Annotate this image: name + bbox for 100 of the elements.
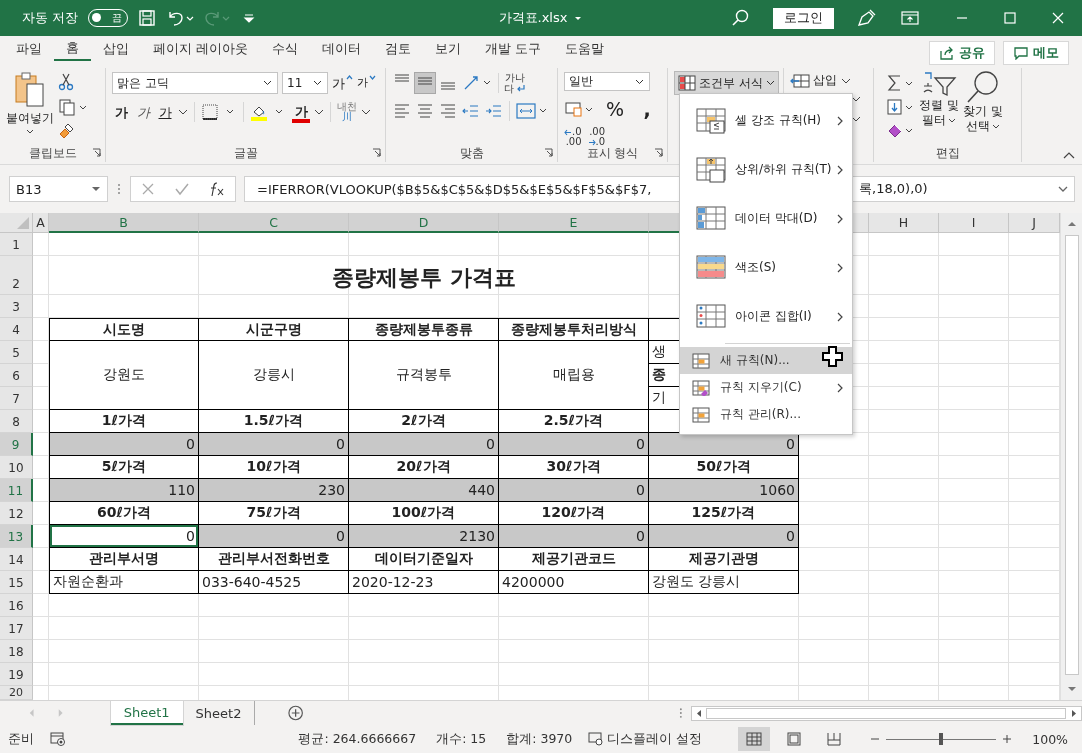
login-button[interactable]: 로그인	[773, 7, 834, 29]
column-header[interactable]: B	[49, 213, 199, 233]
row-header[interactable]: 17	[0, 617, 33, 640]
insert-function-icon[interactable]	[208, 181, 226, 197]
column-header[interactable]: D	[349, 213, 499, 233]
row-header[interactable]: 5	[0, 341, 33, 364]
vertical-scrollbar[interactable]	[1060, 213, 1082, 700]
row-header[interactable]: 7	[0, 387, 33, 410]
customize-icon[interactable]	[242, 11, 257, 25]
comma-button[interactable]: ,	[634, 98, 660, 120]
row-header[interactable]: 3	[0, 295, 33, 318]
underline-button[interactable]: 가	[156, 101, 174, 123]
zoom-in-icon[interactable]	[1002, 734, 1013, 744]
decrease-decimal-button[interactable]: .00 .0	[587, 127, 606, 147]
sort-filter-button[interactable]: 정렬 및 필터	[918, 70, 960, 144]
maximize-icon[interactable]	[1004, 12, 1016, 24]
column-header[interactable]: E	[499, 213, 649, 233]
merge-cells-icon[interactable]	[515, 101, 549, 121]
table-cell[interactable]: 2130	[349, 525, 499, 548]
table-cell[interactable]: 440	[349, 479, 499, 502]
collapse-ribbon-icon[interactable]	[1062, 150, 1076, 160]
column-header[interactable]: H	[869, 213, 939, 233]
table-cell[interactable]: 0	[199, 433, 349, 456]
copy-icon[interactable]	[58, 97, 88, 116]
ribbon-tab[interactable]: 데이터	[310, 38, 374, 64]
save-icon[interactable]	[138, 9, 157, 27]
table-cell[interactable]: 0	[499, 525, 649, 548]
table-cell[interactable]: 0	[649, 433, 799, 456]
row-header[interactable]: 15	[0, 571, 33, 594]
close-icon[interactable]	[1052, 12, 1064, 24]
menu-item[interactable]: 새 규칙(N)...	[680, 347, 852, 374]
column-header[interactable]: C	[199, 213, 349, 233]
sheet-tab[interactable]: Sheet1	[110, 701, 183, 725]
name-box[interactable]: B13	[9, 176, 108, 202]
share-button[interactable]: 공유	[929, 41, 995, 65]
table-cell[interactable]: 0	[499, 433, 649, 456]
dialog-launcher-icon[interactable]	[92, 148, 101, 157]
font-color-button[interactable]: 가	[292, 101, 310, 123]
add-sheet-icon[interactable]	[287, 704, 305, 722]
percent-button[interactable]: %	[602, 98, 628, 120]
dialog-launcher-icon[interactable]	[372, 148, 381, 157]
ribbon-tab[interactable]: 도움말	[553, 38, 617, 64]
increase-font-button[interactable]: 가	[332, 72, 353, 94]
scrollbar-thumb[interactable]	[706, 707, 1067, 719]
wrap-text-button[interactable]: 가나 다	[504, 72, 526, 94]
increase-decimal-button[interactable]: .0 .00	[564, 127, 582, 147]
row-header[interactable]: 6	[0, 364, 33, 387]
conditional-formatting-button[interactable]: 조건부 서식	[674, 71, 779, 95]
menu-item[interactable]: 셀 강조 규칙(H)	[680, 96, 852, 145]
undo-icon[interactable]	[166, 9, 195, 27]
row-header[interactable]: 9	[0, 433, 33, 456]
display-settings-button[interactable]: 디스플레이 설정	[588, 730, 703, 748]
column-header[interactable]: A	[33, 213, 49, 233]
row-header[interactable]: 1	[0, 233, 33, 256]
pen-icon[interactable]	[856, 8, 878, 28]
row-header[interactable]: 12	[0, 502, 33, 525]
cut-icon[interactable]	[58, 73, 74, 91]
column-header[interactable]: J	[1009, 213, 1060, 233]
format-painter-icon[interactable]	[58, 122, 76, 140]
phonetic-button[interactable]: 내천 川	[337, 102, 357, 122]
table-cell[interactable]: 0	[199, 525, 349, 548]
ribbon-display-icon[interactable]	[900, 10, 920, 26]
ribbon-tab[interactable]: 페이지 레이아웃	[141, 38, 261, 64]
row-header[interactable]: 8	[0, 410, 33, 433]
row-header[interactable]: 2	[0, 256, 33, 295]
row-header[interactable]: 11	[0, 479, 33, 502]
row-header[interactable]: 18	[0, 640, 33, 663]
dialog-launcher-icon[interactable]	[654, 148, 663, 157]
ribbon-tab[interactable]: 파일	[4, 38, 54, 64]
italic-button[interactable]: 가	[134, 101, 152, 123]
ribbon-tab[interactable]: 보기	[423, 38, 474, 64]
row-header[interactable]: 20	[0, 686, 33, 700]
row-header[interactable]: 4	[0, 318, 33, 341]
table-cell[interactable]: 0	[349, 433, 499, 456]
number-format-field[interactable]: 일반	[564, 72, 650, 91]
search-icon[interactable]	[731, 8, 751, 28]
macro-recorder-icon[interactable]	[50, 732, 66, 746]
ribbon-tab[interactable]: 홈	[54, 38, 91, 64]
column-header[interactable]: I	[939, 213, 1009, 233]
ribbon-tab[interactable]: 수식	[260, 38, 311, 64]
scrollbar-thumb[interactable]	[1064, 235, 1079, 675]
bold-button[interactable]: 가	[112, 101, 130, 123]
zoom-slider[interactable]	[886, 732, 997, 746]
caret-icon[interactable]	[314, 109, 324, 115]
font-name-field[interactable]: 맑은 고딕	[112, 72, 278, 94]
table-cell[interactable]: 1060	[649, 479, 799, 502]
decrease-font-button[interactable]: 가	[357, 72, 376, 94]
caret-icon[interactable]	[178, 109, 188, 115]
ribbon-tab[interactable]: 개발 도구	[473, 38, 554, 64]
ribbon-tab[interactable]: 삽입	[91, 38, 141, 64]
sheet-tab[interactable]: Sheet2	[182, 701, 255, 725]
horizontal-scrollbar[interactable]	[691, 705, 1082, 721]
comment-button[interactable]: 메모	[1003, 41, 1069, 65]
row-header[interactable]: 10	[0, 456, 33, 479]
table-cell[interactable]: 110	[49, 479, 199, 502]
menu-item[interactable]: 아이콘 집합(I)	[680, 292, 852, 341]
normal-view-icon[interactable]	[738, 727, 771, 751]
menu-item[interactable]: 색조(S)	[680, 243, 852, 292]
row-header[interactable]: 19	[0, 663, 33, 686]
table-cell[interactable]: 0	[49, 433, 199, 456]
